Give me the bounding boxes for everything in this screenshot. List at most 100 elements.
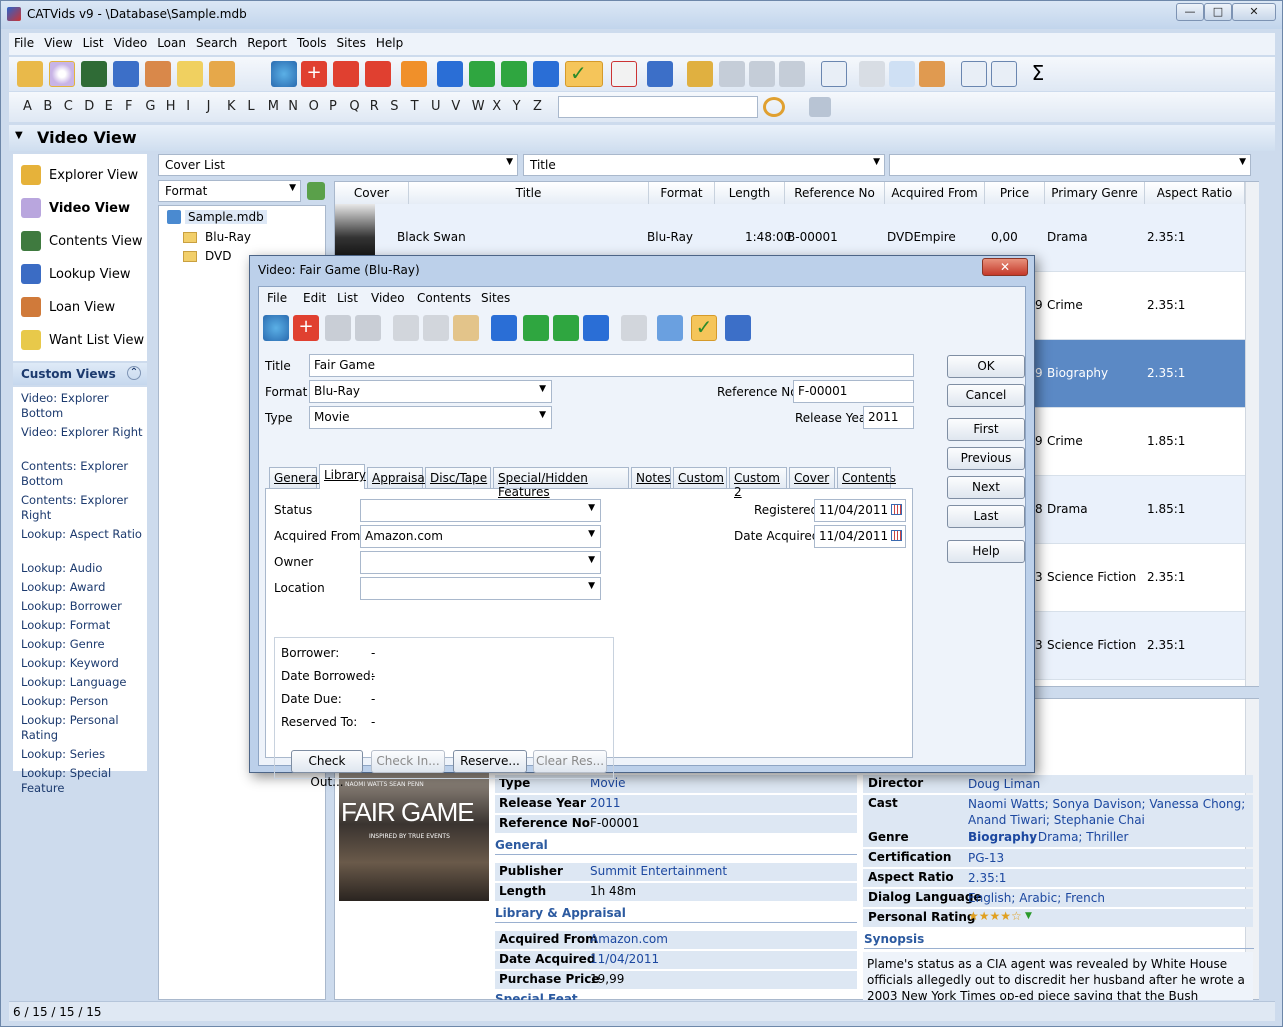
cover-list-select[interactable]: Cover List ▼ (158, 154, 518, 176)
loan-reserve-button[interactable]: Reserve... (453, 750, 527, 773)
letter-p[interactable]: P (329, 99, 337, 114)
detail-value[interactable]: 19,99 (590, 972, 624, 986)
custom-view-item[interactable]: Lookup: Special Feature (21, 766, 145, 796)
letter-c[interactable]: C (64, 99, 73, 114)
columns-icon[interactable] (725, 315, 751, 341)
letter-l[interactable]: L (247, 99, 254, 114)
first-record-icon[interactable] (437, 61, 463, 87)
sum-icon[interactable]: Σ (1025, 61, 1051, 87)
nav-lookup-view[interactable]: Lookup View (19, 261, 145, 287)
custom-view-item[interactable]: Lookup: Person (21, 694, 145, 709)
letter-g[interactable]: G (145, 99, 155, 114)
dialog-menu-list[interactable]: List (337, 291, 358, 305)
letter-z[interactable]: Z (533, 99, 542, 114)
letter-k[interactable]: K (227, 99, 236, 114)
nav-contents-view[interactable]: Contents View (19, 228, 145, 254)
next-record-icon[interactable] (553, 315, 579, 341)
tab-special-hidden-features[interactable]: Special/Hidden Features (493, 467, 629, 499)
last-button[interactable]: Last (947, 505, 1025, 528)
letter-j[interactable]: J (207, 99, 211, 114)
windows-icon[interactable] (779, 61, 805, 87)
column-header[interactable]: Reference No (785, 182, 885, 204)
letter-q[interactable]: Q (349, 99, 359, 114)
html-report-icon[interactable] (961, 61, 987, 87)
add-icon[interactable]: + (293, 315, 319, 341)
column-header[interactable]: Primary Genre (1045, 182, 1145, 204)
checklist-icon[interactable] (611, 61, 637, 87)
custom-view-item[interactable]: Lookup: Aspect Ratio (21, 527, 145, 542)
letter-v[interactable]: V (451, 99, 460, 114)
dialog-menu-edit[interactable]: Edit (303, 291, 326, 305)
title-sort-select[interactable]: Title ▼ (523, 154, 885, 176)
maximize-button[interactable]: □ (1204, 3, 1232, 21)
format-select[interactable]: Blu-Ray ▼ (309, 380, 552, 403)
print-preview-icon[interactable] (889, 61, 915, 87)
group-settings-icon[interactable] (307, 182, 325, 200)
detail-value-primary[interactable]: Biography (968, 830, 1037, 844)
detail-value[interactable]: PG-13 (968, 850, 1253, 866)
nav-video-view[interactable]: Video View (19, 195, 145, 221)
search-icon[interactable] (763, 97, 785, 117)
next-button[interactable]: Next (947, 476, 1025, 499)
previous-record-icon[interactable] (523, 315, 549, 341)
lookup-view-icon[interactable] (113, 61, 139, 87)
detail-value[interactable]: Naomi Watts; Sonya Davison; Vanessa Chon… (968, 796, 1253, 828)
first-button[interactable]: First (947, 418, 1025, 441)
letter-r[interactable]: R (370, 99, 379, 114)
checkmark-icon[interactable]: ✓ (565, 61, 603, 87)
menu-list[interactable]: List (78, 33, 109, 50)
dialog-menu-file[interactable]: File (267, 291, 287, 305)
calendar-icon[interactable] (891, 504, 902, 515)
menu-file[interactable]: File (9, 33, 39, 50)
tree-root[interactable]: Sample.mdb (185, 210, 267, 224)
letter-b[interactable]: B (43, 99, 52, 114)
column-header[interactable]: Title (409, 182, 649, 204)
custom-view-item[interactable]: Video: Explorer Right (21, 425, 145, 440)
tab-contents[interactable]: Contents (837, 467, 896, 488)
menu-search[interactable]: Search (191, 33, 242, 50)
detail-value[interactable]: 2.35:1 (968, 870, 1253, 886)
detail-value[interactable]: ; Drama; Thriller (1030, 830, 1128, 844)
paste-icon[interactable] (453, 315, 479, 341)
cancel-button[interactable]: Cancel (947, 384, 1025, 407)
nav-want-list-view[interactable]: Want List View (19, 327, 145, 353)
nav-explorer-view[interactable]: Explorer View (19, 162, 145, 188)
settings-dropdown-icon[interactable] (209, 61, 235, 87)
letter-s[interactable]: S (390, 99, 398, 114)
custom-view-item[interactable]: Lookup: Audio (21, 561, 145, 576)
detail-value[interactable]: 2011 (590, 796, 621, 810)
letter-e[interactable]: E (105, 99, 113, 114)
checkmark-icon[interactable]: ✓ (691, 315, 717, 341)
dialog-menu-contents[interactable]: Contents (417, 291, 471, 305)
next-record-icon[interactable] (501, 61, 527, 87)
delete-icon[interactable] (365, 61, 391, 87)
custom-view-item[interactable]: Lookup: Format (21, 618, 145, 633)
rating-stars[interactable]: ★★★★☆ (968, 909, 1022, 923)
letter-h[interactable]: H (166, 99, 176, 114)
export-icon[interactable] (919, 61, 945, 87)
tab-library[interactable]: Library (319, 464, 366, 489)
title-input[interactable]: Fair Game (309, 354, 914, 377)
detail-value[interactable]: F-00001 (590, 816, 639, 830)
column-header[interactable]: Acquired From (885, 182, 985, 204)
letter-o[interactable]: O (309, 99, 319, 114)
minimize-button[interactable]: — (1176, 3, 1204, 21)
status-select[interactable]: ▼ (360, 499, 601, 522)
letter-i[interactable]: I (186, 99, 190, 114)
tab-notes[interactable]: Notes (631, 467, 671, 488)
tab-cover[interactable]: Cover (789, 467, 835, 488)
letter-n[interactable]: N (288, 99, 298, 114)
detail-value[interactable]: 1h 48m (590, 884, 636, 898)
refresh-icon[interactable] (401, 61, 427, 87)
custom-view-item[interactable]: Lookup: Series (21, 747, 145, 762)
letter-a[interactable]: A (23, 99, 32, 114)
location-select[interactable]: ▼ (360, 577, 601, 600)
move-up-icon[interactable] (333, 61, 359, 87)
letter-x[interactable]: X (492, 99, 501, 114)
back-arrow-icon[interactable] (719, 61, 745, 87)
column-header[interactable]: Cover (335, 182, 409, 204)
tree-node-bluray[interactable]: Blu-Ray (205, 230, 251, 244)
menu-sites[interactable]: Sites (332, 33, 371, 50)
tree-node-dvd[interactable]: DVD (205, 249, 231, 263)
collapse-chevron-icon[interactable]: ▼ (15, 130, 23, 141)
